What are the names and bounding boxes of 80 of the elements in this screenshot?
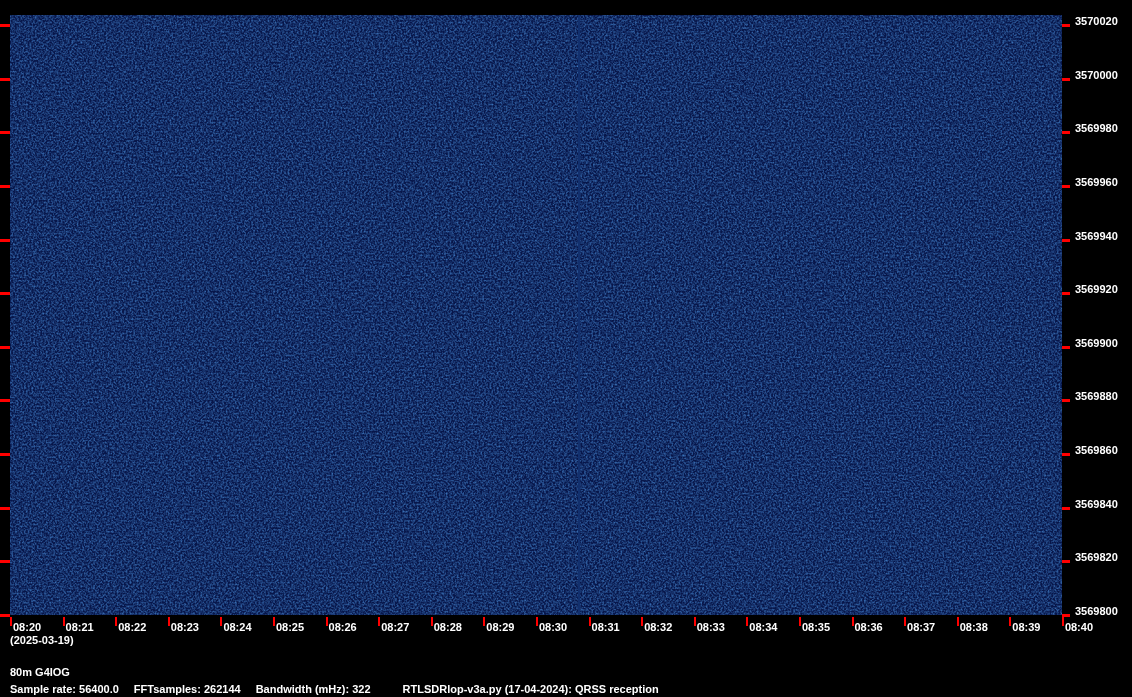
axis-tick [272,617,275,626]
frequency-label: 3570020 [1075,15,1118,27]
axis-tick [1062,24,1070,27]
time-label: 08:36 [854,621,883,633]
axis-tick [1062,131,1070,135]
time-label: 08:37 [907,621,936,633]
axis-tick [851,617,854,626]
info-text: RTLSDRlop-v3a.py (17-04-2024): QRSS reception [402,683,659,695]
frequency-label: 3569820 [1075,551,1118,564]
frequency-label: 3570000 [1075,68,1118,81]
axis-tick [693,617,696,626]
time-label: 08:24 [223,621,252,633]
time-label: 08:35 [801,621,831,633]
frequency-label: 3569880 [1075,390,1118,403]
frequency-label: 3569860 [1075,444,1118,456]
axis-tick [1062,184,1070,188]
station-title: 80m G4IOG [10,666,70,678]
axis-tick [1062,399,1070,403]
info-text: Bandwidth (mHz): 322 [255,683,371,695]
axis-tick [1062,77,1070,81]
time-label: 08:33 [696,621,725,633]
axis-tick [325,617,328,626]
axis-tick [62,617,65,626]
time-label: 08:32 [644,621,673,633]
frequency-label: 3569900 [1075,336,1118,349]
time-label: 08:29 [486,621,515,633]
axis-tick [0,77,10,81]
axis-tick [1062,238,1070,242]
frequency-label: 3569840 [1075,497,1118,510]
axis-tick [0,399,10,403]
time-label: 08:34 [749,621,778,633]
time-label: 08:38 [959,621,988,633]
axis-tick [956,617,959,626]
frequency-label: 3569940 [1075,229,1118,242]
time-label: 08:31 [591,621,620,633]
axis-tick [0,345,10,349]
frequency-label: 3569920 [1075,283,1118,296]
axis-tick [1062,453,1070,456]
time-label: 08:21 [65,621,94,633]
axis-tick [904,617,907,626]
time-label: 08:20 [13,621,42,633]
time-label: 08:25 [275,621,305,633]
axis-tick [0,131,10,135]
axis-tick [167,617,170,626]
time-label: 08:22 [118,621,147,633]
axis-tick [1062,506,1070,510]
time-label: 08:28 [433,621,462,633]
axis-tick [535,617,538,626]
axis-tick [483,617,486,626]
axis-tick [1062,345,1070,349]
axis-tick [588,617,591,626]
frequency-label: 3569960 [1075,175,1118,188]
axis-tick [378,617,381,626]
axis-tick [220,617,223,626]
time-label: 08:23 [170,621,199,633]
frequency-label: 3569980 [1075,122,1118,135]
axis-tick [0,184,10,188]
axis-tick [0,238,10,242]
time-label: 08:39 [1012,621,1041,633]
axis-tick [115,617,118,626]
date-label: (2025-03-19) [10,634,74,646]
axis-tick [0,292,10,296]
axis-tick [1062,560,1070,564]
axis-tick [1009,617,1012,626]
axis-tick [1062,292,1070,296]
time-label: 08:30 [538,621,568,633]
axis-tick [798,617,801,626]
axis-tick [0,560,10,564]
time-label: 08:40 [1064,621,1093,633]
axis-tick [0,24,10,27]
axis-tick [746,617,749,626]
time-label: 08:26 [328,621,357,633]
axis-tick [430,617,433,626]
axis-tick [0,453,10,456]
time-label: 08:27 [381,621,410,633]
axis-tick [641,617,644,626]
frequency-label: 3569800 [1075,604,1118,617]
axis-tick [0,506,10,510]
info-text: Sample rate: 56400.0 [10,683,119,695]
info-text: FFTsamples: 262144 [133,683,241,695]
